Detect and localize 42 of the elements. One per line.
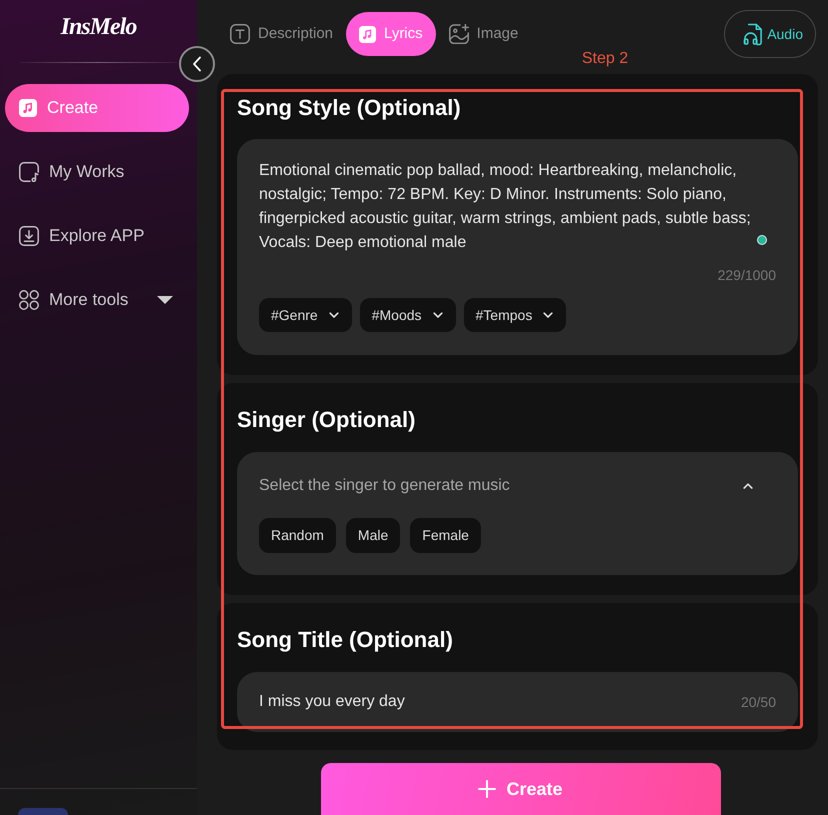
image-plus-icon [448,24,469,44]
character-counter: 20/50 [740,693,776,711]
sidebar-item[interactable]: More tools [5,276,189,324]
grid-icon [19,290,39,310]
singer-option[interactable]: Male [346,518,400,553]
headphones-file-icon [743,22,764,46]
music-file-icon [19,162,39,182]
chevron-left-icon [192,56,202,72]
tag-dropdown[interactable]: #Tempos [464,298,566,332]
singer-option[interactable]: Female [410,518,481,553]
song-title-field[interactable]: I miss you every day [259,690,731,714]
text-icon [230,24,250,44]
chevron-down-icon [328,312,339,318]
singer-option[interactable]: Random [259,518,336,553]
tag-dropdown[interactable]: #Moods [360,298,456,332]
chevron-down-icon [432,312,443,318]
section-title: Song Style (Optional) [237,94,462,122]
singer-select-field[interactable]: Select the singer to generate music [259,474,743,498]
song-title-box[interactable]: I miss you every day 20/50 [237,672,798,732]
sidebar-item[interactable]: Explore APP [5,212,189,260]
song-style-field[interactable]: Emotional cinematic pop ballad, mood: Heartbreaking, melancholic, nostalgic; Tempo: 72 BPM. Key: D Minor. Instruments: Solo piano, fingerpicked acoustic guitar, warm strings, ambient pads, subtle bass; Vocals: Deep emotional male [259,159,780,255]
music-note-icon [19,99,37,117]
audio-button[interactable]: Audio [724,10,816,58]
plus-icon [478,780,496,798]
caret-down-icon [157,296,173,304]
section-title: Singer (Optional) [237,406,416,434]
download-icon [19,226,39,246]
section-title: Song Title (Optional) [237,626,454,654]
avatar-placeholder [18,808,68,815]
mode-tab[interactable]: Description [217,12,346,56]
logo: InsMelo [60,14,136,40]
annotation-label: Step 2 [582,49,628,69]
character-counter: 229/1000 [716,266,776,284]
sidebar-item[interactable]: My Works [5,148,189,196]
status-dot-icon [757,235,767,245]
collapse-button[interactable] [179,46,215,82]
chevron-down-icon [543,312,554,318]
music-note-icon [359,26,376,42]
mode-tab[interactable]: Image [436,12,532,56]
tag-dropdown[interactable]: #Genre [259,298,352,332]
chevron-up-icon[interactable] [743,483,753,489]
song-style-box[interactable] [237,139,798,355]
